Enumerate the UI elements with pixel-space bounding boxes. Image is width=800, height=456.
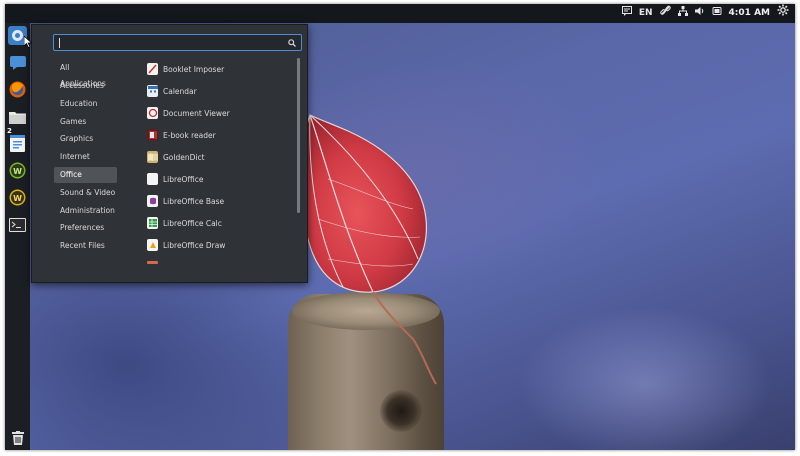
category-preferences[interactable]: Preferences	[54, 220, 117, 236]
app-label: LibreOffice Draw	[163, 240, 226, 250]
category-education[interactable]: Education	[54, 96, 117, 112]
system-tray: EN 4:01 AM	[621, 4, 789, 23]
app-label: GoldenDict	[163, 152, 205, 162]
booklet-imposer-icon	[147, 63, 158, 75]
document-viewer-icon	[147, 107, 158, 119]
svg-text:W: W	[13, 194, 22, 203]
battery-icon[interactable]	[712, 4, 722, 23]
libreoffice-calc-icon	[147, 217, 158, 229]
chat-indicator-icon[interactable]	[621, 4, 632, 23]
trash-icon[interactable]	[8, 428, 27, 447]
app-label: E-book reader	[163, 130, 216, 140]
category-internet[interactable]: Internet	[54, 149, 117, 165]
app-label: LibreOffice Base	[163, 196, 225, 206]
clock[interactable]: 4:01 AM	[729, 4, 770, 23]
next-app-icon-peek	[147, 261, 158, 264]
app-libreoffice-calc[interactable]: LibreOffice Calc	[147, 214, 222, 232]
window-count-badge: 2	[7, 127, 12, 135]
app-label: LibreOffice	[163, 174, 204, 184]
app-label: Calendar	[163, 86, 197, 96]
app-document-viewer[interactable]: Document Viewer	[147, 104, 230, 122]
terminal-icon[interactable]	[8, 215, 27, 234]
app-list-scrollbar[interactable]	[297, 58, 300, 213]
app-booklet-imposer[interactable]: Booklet Imposer	[147, 60, 224, 78]
category-accessories[interactable]: Accessories	[54, 78, 117, 94]
applications-menu: All Applications Accessories Education G…	[31, 24, 308, 283]
network-icon[interactable]	[677, 4, 688, 23]
libreoffice-base-icon	[147, 195, 158, 207]
volume-icon[interactable]	[694, 4, 705, 23]
search-input[interactable]	[53, 34, 302, 51]
app-libreoffice-base[interactable]: LibreOffice Base	[147, 192, 224, 210]
mouse-cursor-icon	[24, 36, 32, 48]
category-recent-files[interactable]: Recent Files	[54, 238, 117, 254]
app-libreoffice-draw[interactable]: LibreOffice Draw	[147, 236, 225, 254]
libreoffice-icon	[147, 173, 158, 185]
wps-writer-icon[interactable]: W	[8, 161, 27, 180]
firefox-icon[interactable]	[8, 80, 27, 99]
app-label: Booklet Imposer	[163, 64, 225, 74]
wood-knot	[380, 390, 422, 432]
app-goldendict[interactable]: GoldenDict	[147, 148, 205, 166]
goldendict-icon	[147, 151, 158, 163]
category-graphics[interactable]: Graphics	[54, 131, 117, 147]
svg-text:W: W	[13, 167, 22, 176]
category-administration[interactable]: Administration	[54, 203, 117, 219]
link-icon[interactable]	[659, 4, 671, 23]
app-label: Document Viewer	[163, 108, 230, 118]
calendar-icon	[147, 85, 158, 97]
category-all-applications[interactable]: All Applications	[54, 60, 117, 88]
app-libreoffice[interactable]: LibreOffice	[147, 170, 203, 188]
messaging-icon[interactable]	[8, 53, 27, 72]
category-sound-video[interactable]: Sound & Video	[54, 185, 117, 201]
category-office[interactable]: Office	[54, 167, 117, 183]
text-editor-icon[interactable]	[8, 134, 27, 153]
app-label: LibreOffice Calc	[163, 218, 222, 228]
app-calendar[interactable]: Calendar	[147, 82, 197, 100]
category-games[interactable]: Games	[54, 114, 117, 130]
keyboard-language-indicator[interactable]: EN	[639, 4, 653, 23]
search-icon[interactable]	[286, 36, 298, 49]
top-panel: EN 4:01 AM	[5, 4, 795, 23]
red-leaf-illustration	[300, 114, 437, 385]
files-icon[interactable]	[8, 107, 27, 126]
wps-presentation-icon[interactable]: W	[8, 188, 27, 207]
settings-gear-icon[interactable]	[777, 4, 789, 23]
libreoffice-draw-icon	[147, 239, 158, 251]
dock: 2 W W	[5, 23, 30, 450]
ebook-reader-icon	[147, 129, 158, 141]
text-cursor	[59, 38, 60, 48]
app-ebook-reader[interactable]: E-book reader	[147, 126, 216, 144]
desktop: EN 4:01 AM 2 W W All Applications Access…	[5, 4, 795, 450]
